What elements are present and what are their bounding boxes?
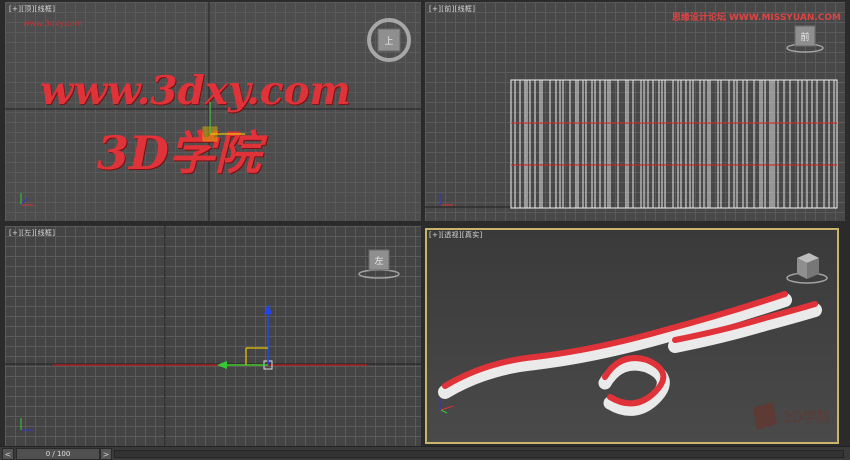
logo-watermark-icon: 3D学院 xyxy=(753,402,829,430)
svg-text:左: 左 xyxy=(374,255,383,267)
viewcube-top[interactable]: 上 xyxy=(365,16,413,64)
viewcube-perspective[interactable] xyxy=(783,248,831,288)
viewcube-left[interactable]: 左 xyxy=(357,246,401,282)
axis-tripod-icon xyxy=(20,193,33,206)
viewport-perspective[interactable]: [+][透视][真实] 3D学院 xyxy=(425,228,839,444)
front-geometry xyxy=(425,79,838,209)
prev-frame-button[interactable]: < xyxy=(2,448,14,460)
time-slider[interactable]: < 0 / 100 > xyxy=(0,446,850,460)
axis-tripod-icon xyxy=(440,193,453,206)
viewport-top[interactable]: [+][顶][线框] www.3dxy.com www.3dxy.com 3D学… xyxy=(5,2,421,221)
svg-text:3D学院: 3D学院 xyxy=(783,410,829,426)
svg-text:前: 前 xyxy=(800,31,809,43)
gizmo[interactable] xyxy=(5,2,421,221)
viewcube-front[interactable]: 前 xyxy=(785,22,825,58)
next-frame-button[interactable]: > xyxy=(100,448,112,460)
viewport-front[interactable]: [+][前][线框] 思缘设计论坛 WWW.MISSYUAN.COM 前 xyxy=(425,2,845,221)
axis-tripod-icon xyxy=(20,418,33,431)
axis-tripod-icon xyxy=(440,398,454,414)
frame-counter[interactable]: 0 / 100 xyxy=(16,448,100,460)
timeline-track[interactable] xyxy=(114,450,844,458)
svg-text:上: 上 xyxy=(384,36,393,47)
viewport-left[interactable]: [+][左][线框] 左 xyxy=(5,226,421,446)
